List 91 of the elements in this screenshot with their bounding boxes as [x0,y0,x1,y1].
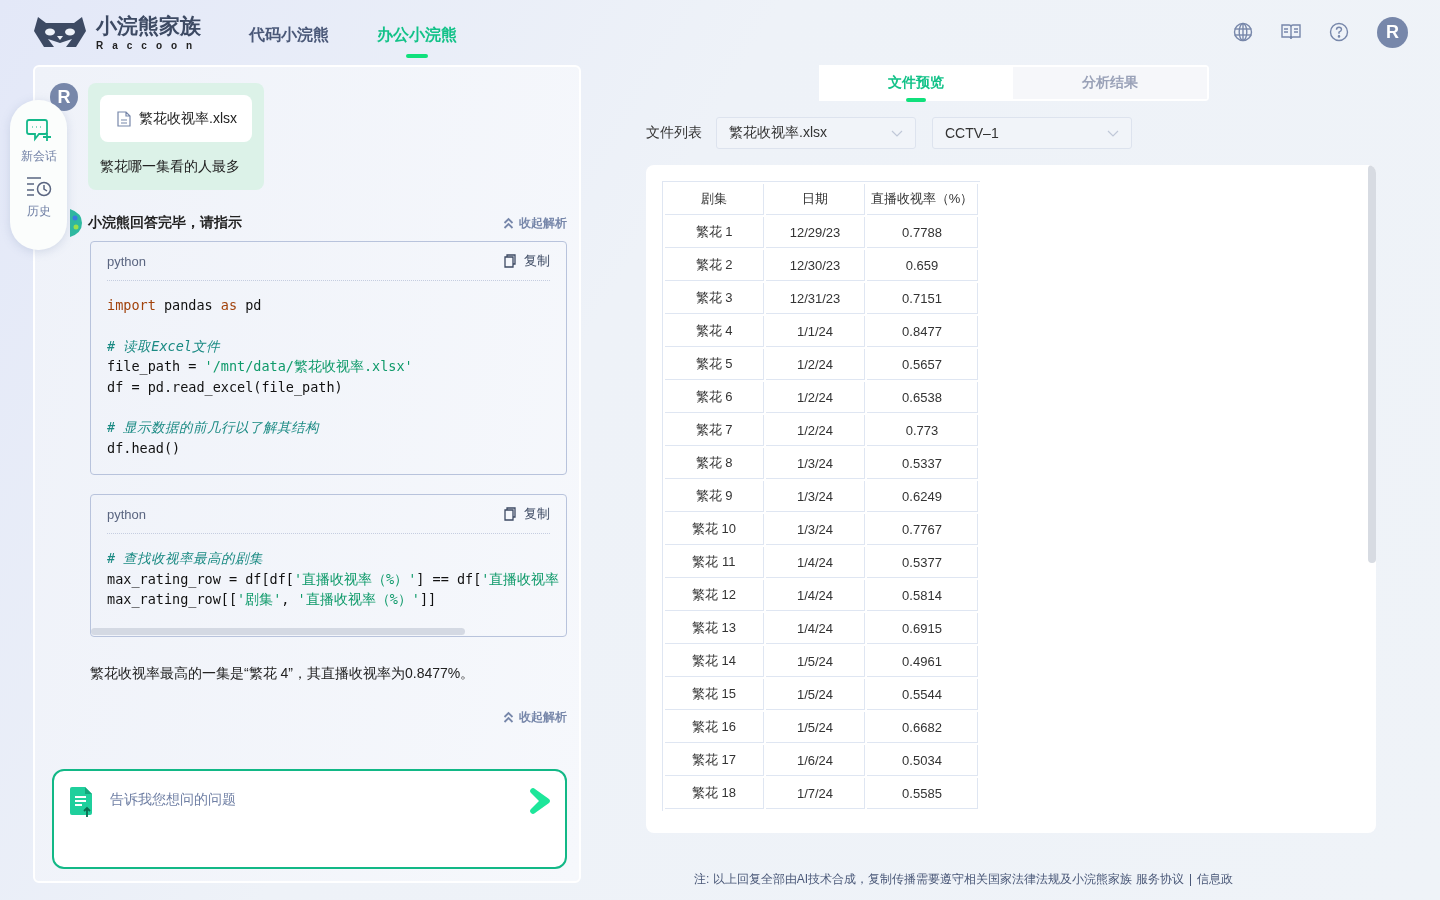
table-cell: 繁花 11 [665,547,764,578]
table-cell: 0.5544 [867,679,978,710]
copy-button[interactable]: 复制 [504,505,550,523]
table-cell: 繁花 4 [665,316,764,347]
table-cell: 1/5/24 [766,646,865,677]
table-cell: 0.5585 [867,778,978,809]
table-cell: 0.6538 [867,382,978,413]
sheet-select[interactable]: CCTV–1 [932,117,1132,149]
user-message: 繁花哪一集看的人最多 [100,158,241,176]
question-input[interactable]: 告诉我您想问的问题 [108,790,513,808]
footer-note: 注: 以上回复全部由AI技术合成，复制传播需要遵守相关国家法律法规及小浣熊家族 [694,871,1132,888]
collapse-link[interactable]: 收起解析 [503,214,567,232]
copy-button[interactable]: 复制 [504,252,550,270]
table-cell: 1/4/24 [766,547,865,578]
table-cell: 繁花 3 [665,283,764,314]
table-cell: 1/5/24 [766,679,865,710]
code-line: file_path = '/mnt/data/繁花收视率.xlsx' [107,357,414,377]
code-language: python [107,506,147,522]
table-cell: 0.6682 [867,712,978,743]
table-cell: 0.8477 [867,316,978,347]
table-cell: 1/2/24 [766,349,865,380]
nav-tab[interactable]: 代码小浣熊 [249,12,330,58]
table-cell: 0.7788 [867,217,978,248]
table-cell: 繁花 5 [665,349,764,380]
column-header: 直播收视率（%） [867,184,978,215]
table-cell: 繁花 17 [665,745,764,776]
table-cell: 0.4961 [867,646,978,677]
table-cell: 1/4/24 [766,613,865,644]
footer-link[interactable]: 服务协议 [1136,871,1184,888]
table-cell: 0.5377 [867,547,978,578]
table-cell: 繁花 15 [665,679,764,710]
table-cell: 繁花 16 [665,712,764,743]
code-line: df = pd.read_excel(file_path) [107,377,344,397]
table-cell: 1/3/24 [766,514,865,545]
table-cell: 1/1/24 [766,316,865,347]
collapse-link[interactable]: 收起解析 [503,708,567,726]
table-cell: 繁花 14 [665,646,764,677]
user-avatar[interactable]: R [1377,16,1408,48]
table-cell: 0.5337 [867,448,978,479]
code-line: # 显示数据的前几行以了解其结构 [107,418,321,437]
table-cell: 繁花 12 [665,580,764,611]
table-cell: 0.5034 [867,745,978,776]
reply-status: 小浣熊回答完毕，请指示 [88,214,242,232]
table-cell: 1/2/24 [766,415,865,446]
table-cell: 1/3/24 [766,448,865,479]
logo-subtitle: Raccoon [96,39,202,51]
answer-text: 繁花收视率最高的一集是“繁花 4”，其直播收视率为0.8477%。 [90,664,476,683]
table-cell: 繁花 10 [665,514,764,545]
file-name: 繁花收视率.xlsx [139,109,237,128]
footer-link[interactable]: 信息政 [1197,871,1233,888]
file-list-label: 文件列表 [646,124,702,142]
code-line: import pandas as pd [107,296,263,315]
table-cell: 繁花 6 [665,382,764,413]
table-cell: 繁花 2 [665,250,764,281]
table-cell: 1/7/24 [766,778,865,809]
user-avatar: R [50,83,78,111]
table-cell: 1/5/24 [766,712,865,743]
side-menu-item[interactable]: 新会话 [20,118,57,165]
file-attachment[interactable]: 繁花收视率.xlsx [100,95,252,142]
code-line: max_rating_row = df[df['直播收视率（%）'] == df['直播收视率 [107,569,561,589]
column-header: 剧集 [665,184,764,215]
file-select[interactable]: 繁花收视率.xlsx [716,117,916,149]
table-cell: 1/3/24 [766,481,865,512]
table-cell: 1/2/24 [766,382,865,413]
table-cell: 0.7767 [867,514,978,545]
table-cell: 0.5814 [867,580,978,611]
code-line: max_rating_row[['剧集', '直播收视率（%）']] [107,590,438,610]
table-cell: 0.6915 [867,613,978,644]
code-line: # 查找收视率最高的剧集 [107,549,265,568]
table-cell: 0.7151 [867,283,978,314]
table-cell: 繁花 8 [665,448,764,479]
table-cell: 0.773 [867,415,978,446]
code-line: # 读取Excel文件 [107,336,222,356]
table-cell: 繁花 9 [665,481,764,512]
table-cell: 12/30/23 [766,250,865,281]
table-cell: 0.6249 [867,481,978,512]
table-cell: 繁花 13 [665,613,764,644]
table-cell: 12/31/23 [766,283,865,314]
table-cell: 繁花 1 [665,217,764,248]
logo-title: 小浣熊家族 [96,13,202,38]
code-language: python [107,253,147,269]
table-cell: 1/4/24 [766,580,865,611]
table-cell: 0.5657 [867,349,978,380]
column-header: 日期 [766,184,865,215]
table-cell: 1/6/24 [766,745,865,776]
table-cell: 繁花 7 [665,415,764,446]
table-cell: 12/29/23 [766,217,865,248]
side-menu-item[interactable]: 历史 [25,175,52,220]
table-cell: 0.659 [867,250,978,281]
code-line: df.head() [107,438,182,458]
table-cell: 繁花 18 [665,778,764,809]
